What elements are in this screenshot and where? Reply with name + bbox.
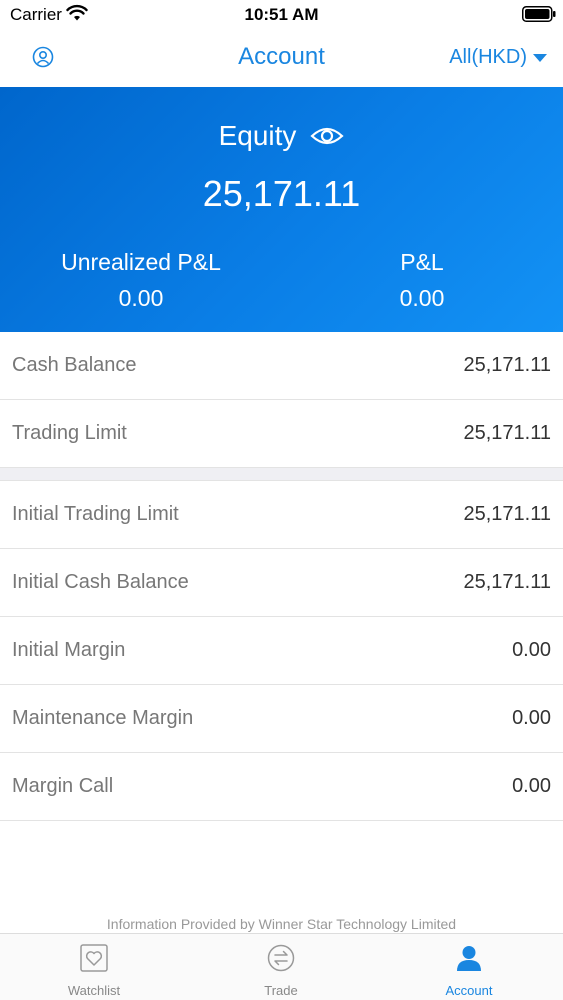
- heart-icon: [80, 944, 108, 972]
- list-item: Initial Trading Limit 25,171.11: [0, 481, 563, 549]
- battery-icon: [522, 6, 556, 22]
- row-label: Initial Cash Balance: [12, 571, 189, 593]
- list-item: Maintenance Margin 0.00: [0, 685, 563, 753]
- account-selector[interactable]: All(HKD): [449, 46, 527, 69]
- list-item: Margin Call 0.00: [0, 753, 563, 821]
- nav-bar: Account All(HKD): [0, 30, 563, 87]
- row-label: Initial Margin: [12, 639, 126, 661]
- row-label: Cash Balance: [12, 354, 137, 376]
- row-value: 25,171.11: [463, 571, 552, 593]
- exchange-icon: [267, 944, 295, 972]
- person-icon: [457, 946, 481, 971]
- account-details: Cash Balance 25,171.11 Trading Limit 25,…: [0, 332, 563, 821]
- provider-info: Information Provided by Winner Star Tech…: [106, 916, 457, 932]
- pl-value: 0.00: [399, 285, 445, 311]
- status-bar: Carrier 10:51 AM: [0, 0, 563, 30]
- eye-icon[interactable]: [310, 125, 345, 147]
- list-item: Trading Limit 25,171.11: [0, 400, 563, 468]
- unrealized-pl-label: Unrealized P&L: [61, 249, 221, 275]
- row-value: 0.00: [512, 639, 551, 661]
- status-time: 10:51 AM: [244, 5, 319, 24]
- equity-header: Equity: [0, 120, 563, 152]
- row-label: Initial Trading Limit: [12, 503, 179, 525]
- row-value: 0.00: [512, 707, 551, 729]
- tab-account[interactable]: Account: [375, 934, 563, 1000]
- section-divider: [0, 468, 563, 481]
- tab-watchlist[interactable]: Watchlist: [0, 934, 188, 1000]
- tab-bar: Watchlist Trade Account: [0, 933, 563, 1000]
- unrealized-pl-value: 0.00: [118, 285, 164, 311]
- unrealized-pl: Unrealized P&L 0.00: [0, 249, 282, 312]
- pl: P&L 0.00: [281, 249, 563, 312]
- equity-value: 25,171.11: [202, 173, 361, 214]
- equity-label: Equity: [218, 120, 297, 151]
- row-value: 25,171.11: [463, 503, 552, 525]
- row-value: 25,171.11: [463, 422, 552, 444]
- row-label: Margin Call: [12, 775, 114, 797]
- list-item: Cash Balance 25,171.11: [0, 332, 563, 400]
- pl-label: P&L: [400, 249, 444, 275]
- caret-down-icon[interactable]: [533, 54, 547, 62]
- list-item: Initial Margin 0.00: [0, 617, 563, 685]
- row-label: Maintenance Margin: [12, 707, 194, 729]
- list-item: Initial Cash Balance 25,171.11: [0, 549, 563, 617]
- tab-label: Watchlist: [67, 983, 121, 998]
- tab-trade[interactable]: Trade: [187, 934, 375, 1000]
- equity-summary: Equity 25,171.11 Unrealized P&L 0.00 P&L…: [0, 87, 563, 332]
- row-label: Trading Limit: [12, 422, 127, 444]
- row-value: 0.00: [512, 775, 551, 797]
- tab-label: Account: [445, 983, 493, 998]
- row-value: 25,171.11: [463, 354, 552, 376]
- tab-label: Trade: [264, 983, 298, 998]
